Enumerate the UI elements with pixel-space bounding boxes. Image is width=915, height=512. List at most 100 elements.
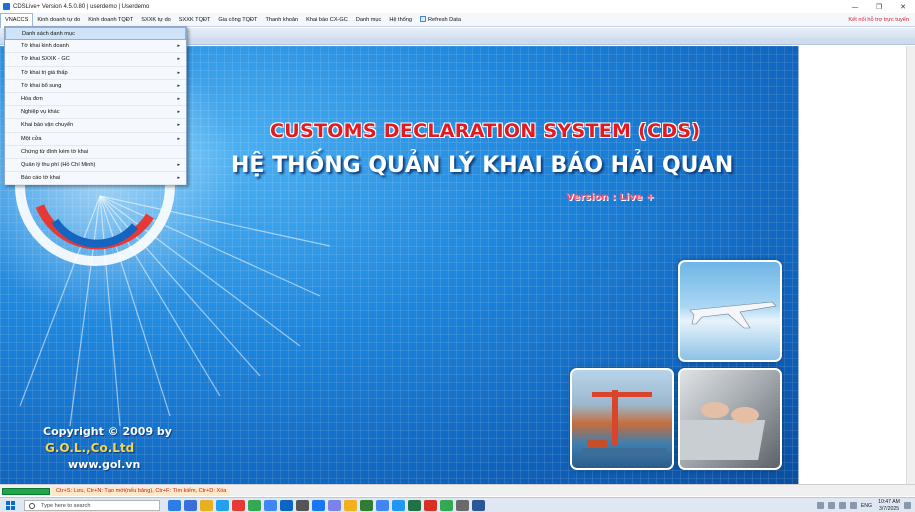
vertical-scrollbar[interactable] bbox=[906, 46, 915, 484]
refresh-label: Refresh Data bbox=[428, 16, 461, 23]
progress-bar bbox=[2, 488, 50, 495]
dropdown-item-mot-cua[interactable]: Một cửa ▸ bbox=[5, 133, 186, 146]
taskbar-app-icon[interactable] bbox=[328, 500, 341, 511]
dropdown-item-label: Quản lý thu phí (Hồ Chí Minh) bbox=[21, 161, 96, 168]
dropdown-item-label: Tờ khai kinh doanh bbox=[21, 43, 69, 50]
menu-sxxk-tqdt[interactable]: SXXK TQĐT bbox=[175, 13, 215, 27]
submenu-arrow-icon: ▸ bbox=[177, 82, 180, 89]
taskbar-app-icon[interactable] bbox=[392, 500, 405, 511]
search-icon bbox=[29, 503, 35, 509]
taskbar-app-icon[interactable] bbox=[248, 500, 261, 511]
window-title: CDSLive+ Version 4.5.0.80 | userdemo | U… bbox=[13, 3, 150, 10]
right-panel bbox=[798, 46, 915, 484]
dropdown-item-quan-ly-thu-phi[interactable]: Quản lý thu phí (Hồ Chí Minh) ▸ bbox=[5, 159, 186, 173]
language-indicator[interactable]: ENG bbox=[861, 503, 872, 509]
taskbar-app-icon[interactable] bbox=[456, 500, 469, 511]
dropdown-item-label: Tờ khai bổ sung bbox=[21, 82, 62, 89]
submenu-arrow-icon: ▸ bbox=[177, 175, 180, 182]
menu-he-thong[interactable]: Hệ thống bbox=[385, 13, 416, 27]
menu-khai-bao-cx-gc[interactable]: Khai báo CX-GC bbox=[302, 13, 352, 27]
vnaccs-dropdown-menu: Danh sách danh mục Tờ khai kinh doanh ▸ T… bbox=[4, 26, 187, 186]
dropdown-item-label: Tờ khai trị giá thấp bbox=[21, 69, 68, 76]
network-icon[interactable] bbox=[838, 502, 846, 509]
dropdown-item-label: Tờ khai SXXK - GC bbox=[21, 56, 70, 63]
submenu-arrow-icon: ▸ bbox=[177, 95, 180, 102]
dropdown-item-to-khai-kinh-doanh[interactable]: Tờ khai kinh doanh ▸ bbox=[5, 40, 186, 54]
crane-icon bbox=[582, 390, 667, 456]
submenu-arrow-icon: ▸ bbox=[177, 161, 180, 168]
shortcut-hint: Ctr+S: Lưu, Ctr+N: Tạo mới(nếu bảng), Ct… bbox=[52, 487, 231, 496]
submenu-arrow-icon: ▸ bbox=[177, 122, 180, 129]
dropdown-item-hoa-don[interactable]: Hóa đơn ▸ bbox=[5, 93, 186, 107]
submenu-arrow-icon: ▸ bbox=[177, 135, 180, 142]
airplane-photo bbox=[678, 260, 782, 362]
dropdown-item-nghiep-vu-khac[interactable]: Nghiệp vụ khác ▸ bbox=[5, 106, 186, 120]
support-link[interactable]: Kết nối hỗ trợ trực tuyến bbox=[848, 17, 915, 23]
tray-icon[interactable] bbox=[827, 502, 835, 509]
dropdown-item-chung-tu-dinh-kem[interactable]: Chứng từ đính kèm tờ khai bbox=[5, 146, 186, 159]
restore-button[interactable]: ❐ bbox=[867, 3, 891, 11]
dropdown-item-to-khai-sxxk-gc[interactable]: Tờ khai SXXK - GC ▸ bbox=[5, 53, 186, 67]
clock[interactable]: 10:47 AM 3/7/2025 bbox=[876, 499, 900, 512]
menu-sxxk-tu-do[interactable]: SXXK tự do bbox=[137, 13, 175, 27]
taskbar-app-icon[interactable] bbox=[168, 500, 181, 511]
app-icon bbox=[3, 3, 10, 10]
taskbar-app-icon[interactable] bbox=[280, 500, 293, 511]
taskbar-app-icon[interactable] bbox=[184, 500, 197, 511]
taskbar-pinned-apps bbox=[168, 500, 485, 511]
menu-kinh-doanh-tu-do[interactable]: Kinh doanh tự do bbox=[33, 13, 84, 27]
port-crane-photo bbox=[570, 368, 674, 470]
taskbar-app-icon[interactable] bbox=[264, 500, 277, 511]
volume-icon[interactable] bbox=[849, 502, 857, 509]
dropdown-item-to-khai-tri-gia-thap[interactable]: Tờ khai trị giá thấp ▸ bbox=[5, 67, 186, 80]
title-bar: CDSLive+ Version 4.5.0.80 | userdemo | U… bbox=[0, 0, 915, 13]
close-button[interactable]: ✕ bbox=[891, 3, 915, 11]
tray-icon[interactable] bbox=[816, 502, 824, 509]
menu-thanh-khoan[interactable]: Thanh khoản bbox=[261, 13, 302, 27]
taskbar-search-input[interactable]: Type here to search bbox=[24, 500, 160, 511]
dropdown-item-label: Báo cáo tờ khai bbox=[21, 175, 61, 182]
dropdown-item-label: Một cửa bbox=[21, 135, 42, 142]
submenu-arrow-icon: ▸ bbox=[177, 56, 180, 63]
submenu-arrow-icon: ▸ bbox=[177, 109, 180, 116]
system-title-english: CUSTOMS DECLARATION SYSTEM (CDS) bbox=[270, 120, 701, 142]
dropdown-item-khai-bao-van-chuyen[interactable]: Khai báo vận chuyển ▸ bbox=[5, 119, 186, 133]
keyboard-icon bbox=[680, 402, 766, 460]
taskbar-app-icon[interactable] bbox=[200, 500, 213, 511]
dropdown-item-bao-cao-to-khai[interactable]: Báo cáo tờ khai ▸ bbox=[5, 172, 186, 186]
menu-kinh-doanh-tqdt[interactable]: Kinh doanh TQĐT bbox=[84, 13, 137, 27]
clock-time: 10:47 AM bbox=[878, 499, 900, 505]
status-bar: Ctr+S: Lưu, Ctr+N: Tạo mới(nếu bảng), Ct… bbox=[0, 484, 915, 496]
taskbar-app-icon[interactable] bbox=[472, 500, 485, 511]
windows-start-icon[interactable] bbox=[6, 501, 15, 510]
dropdown-item-label: Khai báo vận chuyển bbox=[21, 122, 74, 129]
taskbar-app-icon[interactable] bbox=[408, 500, 421, 511]
taskbar-app-icon[interactable] bbox=[216, 500, 229, 511]
dropdown-item-label: Nghiệp vụ khác bbox=[21, 109, 60, 116]
taskbar-app-icon[interactable] bbox=[360, 500, 373, 511]
taskbar: Type here to search ENG 10:47 AM 3/7/2025 bbox=[0, 497, 915, 512]
dropdown-item-danh-sach-danh-muc[interactable]: Danh sách danh mục bbox=[5, 27, 186, 41]
dropdown-item-to-khai-bo-sung[interactable]: Tờ khai bổ sung ▸ bbox=[5, 80, 186, 93]
minimize-button[interactable]: — bbox=[843, 3, 867, 11]
taskbar-app-icon[interactable] bbox=[312, 500, 325, 511]
notification-icon[interactable] bbox=[904, 502, 911, 509]
submenu-arrow-icon: ▸ bbox=[177, 43, 180, 50]
taskbar-app-icon[interactable] bbox=[376, 500, 389, 511]
taskbar-app-icon[interactable] bbox=[440, 500, 453, 511]
keyboard-typing-photo bbox=[678, 368, 782, 470]
menu-danh-muc[interactable]: Danh mục bbox=[352, 13, 386, 27]
menu-gia-cong-tqdt[interactable]: Gia công TQĐT bbox=[214, 13, 261, 27]
dropdown-item-label: Chứng từ đính kèm tờ khai bbox=[21, 148, 89, 155]
refresh-icon bbox=[420, 16, 427, 23]
copyright-text: Copyright © 2009 by bbox=[43, 425, 172, 438]
system-tray: ENG 10:47 AM 3/7/2025 bbox=[816, 499, 911, 512]
taskbar-app-icon[interactable] bbox=[296, 500, 309, 511]
dropdown-item-label: Danh sách danh mục bbox=[22, 31, 75, 37]
taskbar-app-icon[interactable] bbox=[232, 500, 245, 511]
taskbar-app-icon[interactable] bbox=[344, 500, 357, 511]
menu-bar: VNACCS Kinh doanh tự do Kinh doanh TQĐT … bbox=[0, 12, 915, 28]
airplane-icon bbox=[689, 301, 777, 329]
taskbar-app-icon[interactable] bbox=[424, 500, 437, 511]
menu-refresh-data[interactable]: Refresh Data bbox=[416, 13, 465, 27]
